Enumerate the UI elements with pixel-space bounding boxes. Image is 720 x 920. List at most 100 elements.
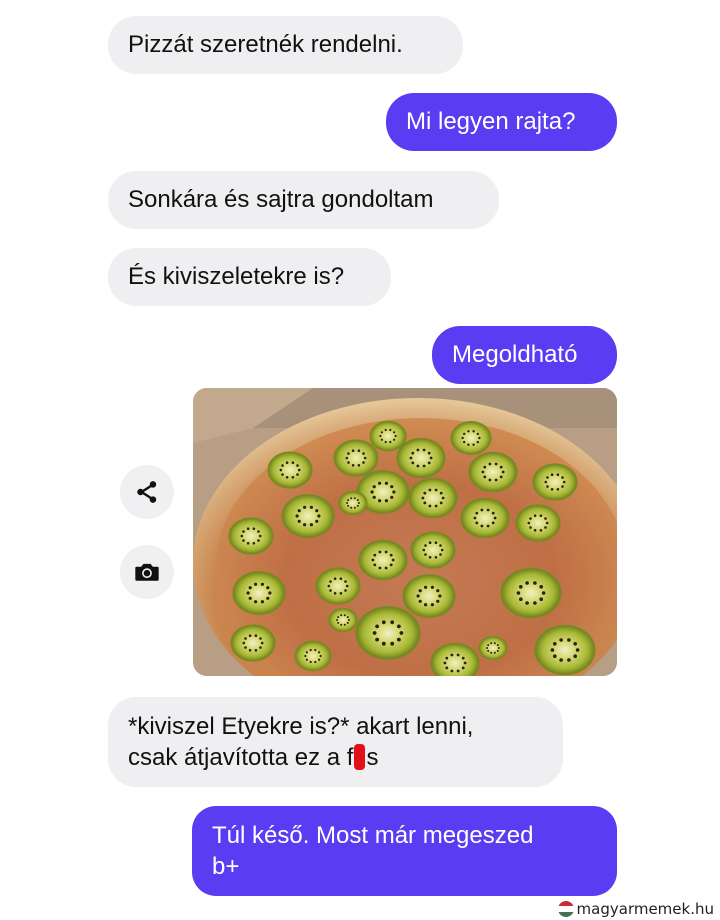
kiwi-seed [422, 448, 426, 452]
kiwi-seed [372, 631, 377, 635]
kiwi-seed [353, 497, 356, 500]
message-incoming: Sonkára és sajtra gondoltam [108, 171, 499, 229]
kiwi-seed [346, 616, 349, 619]
kiwi-seed [440, 548, 444, 552]
pizza-photo[interactable] [193, 388, 617, 676]
pizza-with-kiwi-image [193, 388, 617, 676]
kiwi-seed [345, 584, 349, 588]
kiwi-seed [244, 646, 247, 649]
kiwi-seed [254, 600, 258, 604]
kiwi-seed [380, 438, 383, 441]
kiwi-slice [294, 640, 332, 672]
kiwi-seed [393, 438, 396, 441]
kiwi-seed [266, 586, 270, 590]
kiwi-seed [499, 465, 503, 469]
message-line: Túl késő. Most már megeszed [212, 822, 534, 849]
kiwi-seed [483, 475, 487, 479]
kiwi-seed [384, 440, 387, 444]
kiwi-seed [350, 506, 353, 509]
kiwi-seed [392, 490, 396, 494]
kiwi-seed [533, 601, 537, 605]
kiwi-seed [390, 620, 395, 625]
kiwi-seed [317, 514, 321, 518]
kiwi-seed [357, 464, 361, 467]
kiwi-seed [371, 558, 375, 562]
kiwi-seed [519, 585, 523, 589]
kiwi-seed [490, 651, 493, 654]
kiwi-seed [350, 497, 353, 500]
watermark-text: magyarmemek.hu [576, 900, 714, 918]
kiwi-seed [529, 526, 532, 529]
kiwi-seed [351, 464, 355, 467]
kiwi-seed [344, 580, 347, 583]
message-outgoing: Megoldható [432, 326, 617, 384]
kiwi-seed [337, 616, 340, 619]
kiwi-seed [421, 496, 425, 500]
kiwi-seed [516, 591, 521, 595]
kiwi-seed [439, 553, 442, 556]
kiwi-seed [567, 658, 571, 662]
kiwi-seed [397, 637, 401, 642]
kiwi-seed [416, 464, 420, 468]
kiwi-slice [281, 494, 335, 538]
kiwi-seed [390, 495, 394, 499]
kiwi-seed [329, 580, 332, 583]
kiwi-seed [456, 653, 460, 657]
kiwi-seed [296, 473, 299, 476]
kiwi-seed [573, 654, 577, 658]
kiwi-seed [562, 480, 566, 484]
kiwi-seed [476, 440, 479, 444]
kiwi-seed [375, 637, 379, 642]
kiwi-seed [384, 499, 388, 503]
kiwi-seed [553, 654, 557, 658]
kiwi-seed [285, 476, 289, 479]
kiwi-seed [246, 527, 250, 530]
kiwi-slice [230, 624, 276, 662]
kiwi-seed [319, 654, 322, 658]
kiwi-seed [370, 490, 374, 494]
kiwi-seed [257, 530, 260, 533]
kiwi-seed [373, 563, 377, 567]
kiwi-seed [488, 462, 492, 466]
kiwi-seed [296, 464, 299, 467]
kiwi-seed [481, 470, 485, 474]
message-line: b+ [212, 853, 240, 880]
kiwi-seed [246, 591, 250, 595]
kiwi-seed [424, 585, 428, 589]
kiwi-seed [550, 473, 554, 476]
message-text-part: s [366, 744, 379, 771]
kiwi-seed [337, 621, 340, 624]
kiwi-seed [496, 649, 499, 652]
kiwi-seed [393, 431, 396, 434]
camera-button[interactable] [120, 545, 174, 599]
kiwi-seed [418, 589, 422, 593]
kiwi-seed [259, 637, 262, 640]
kiwi-seed [315, 509, 319, 513]
kiwi-seed [345, 456, 349, 460]
kiwi-seed [281, 473, 284, 476]
kiwi-seed [553, 642, 557, 646]
kiwi-seed [450, 669, 454, 673]
kiwi-seed [240, 534, 244, 538]
kiwi-seed [494, 462, 498, 466]
kiwi-seed [339, 592, 343, 595]
kiwi-seed [384, 428, 387, 432]
kiwi-seed [475, 511, 479, 515]
kiwi-slice [228, 517, 274, 555]
watermark: magyarmemek.hu [557, 900, 714, 918]
kiwi-slice [355, 606, 421, 660]
kiwi-seed [483, 465, 487, 469]
kiwi-seed [291, 461, 295, 464]
kiwi-seed [303, 523, 307, 527]
kiwi-seed [268, 591, 272, 595]
kiwi-seed [424, 553, 427, 556]
kiwi-seed [381, 620, 386, 625]
kiwi-seed [472, 443, 475, 446]
kiwi-seed [539, 529, 543, 532]
message-outgoing: Túl késő. Most már megeszed b+ [192, 806, 617, 896]
kiwi-seed [309, 505, 313, 509]
share-button[interactable] [120, 465, 174, 519]
kiwi-seed [450, 653, 454, 657]
kiwi-slice [333, 439, 379, 477]
kiwi-seed [478, 436, 481, 440]
